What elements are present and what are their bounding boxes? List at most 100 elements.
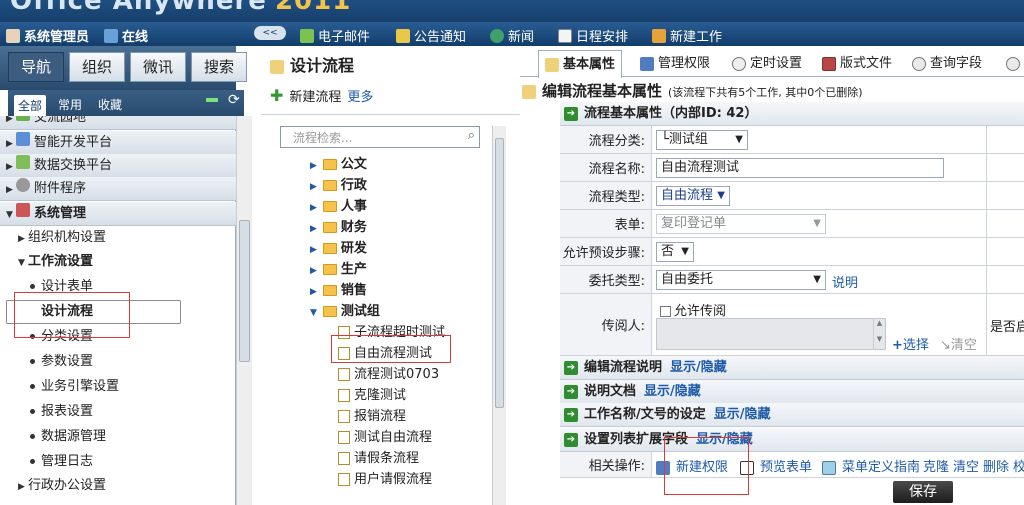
nav-group-system[interactable]: ▼ 系统管理 [0,202,236,226]
flow-type-select[interactable]: 自由流程 ▼ [656,186,730,206]
flow-icon [338,410,350,423]
nav-engine-settings[interactable]: 业务引擎设置 [0,375,236,399]
more-link[interactable]: 更多 [347,90,373,105]
subtab-favorites[interactable]: 收藏 [98,96,122,113]
tab-template[interactable]: 版式文件 [822,52,892,76]
menu-calendar[interactable]: 日程安排 [558,26,628,45]
flow-item[interactable]: 报销流程 [338,405,406,424]
flow-item[interactable]: 用户请假流程 [338,468,432,487]
tab-query-fields[interactable]: 查询字段 [912,52,982,76]
preview-form-link[interactable]: 预览表单 [740,456,812,475]
refresh-icon[interactable]: ⟳ [228,92,240,108]
delete-link[interactable]: 删除 [983,456,1009,475]
section-basic-props: ➔ 流程基本属性（内部ID: 42） [560,102,1024,126]
clear-reader-button[interactable]: ↘清空 [940,334,977,353]
highlight-box [331,335,451,363]
star-icon [490,28,504,43]
flow-item[interactable]: 请假条流程 [338,447,419,466]
magnifier-icon[interactable] [1006,52,1020,76]
folder-finance[interactable]: ▶ 财务 [310,216,367,235]
folder-gongwen[interactable]: ▶ 公文 [310,153,367,172]
nav-group-forum[interactable]: ▶ 交流园地 [0,116,236,130]
toggle-link[interactable]: 显示/隐藏 [714,407,771,422]
magnifier-icon [912,57,926,71]
category-select[interactable]: └测试组 ▼ [656,130,748,150]
menu-guide-link[interactable]: 菜单定义指南 [822,456,920,475]
select-reader-button[interactable]: +选择 [892,334,929,353]
person-icon [104,28,118,43]
search-icon[interactable]: ⌕ [468,128,475,143]
folder-production[interactable]: ▶ 生产 [310,258,367,277]
folder-icon [322,180,337,191]
clone-link[interactable]: 克隆 [923,456,949,475]
verify-link[interactable]: 校 [1013,456,1024,475]
highlight-box [14,292,130,338]
current-user[interactable]: 系统管理员 [6,26,89,45]
dropdown-arrow-icon: ▼ [717,190,725,201]
allow-circulate[interactable]: 允许传阅 [660,300,726,319]
flow-icon [338,431,350,444]
middle-scrollbar[interactable] [492,126,506,505]
tab-navigation[interactable]: 导航 [8,52,64,82]
bullet-icon [30,434,35,439]
nav-admin-office[interactable]: ▶ 行政办公设置 [0,474,236,498]
flow-item[interactable]: 克隆测试 [338,384,406,403]
flow-search-input[interactable]: 流程检索... ⌕ [280,126,480,148]
bullet-icon [30,284,35,289]
page-heading: 编辑流程基本属性 (该流程下共有5个工作, 其中0个已删除) [522,80,863,101]
nav-group-dev-platform[interactable]: ▶ 智能开发平台 [0,131,236,155]
nav-group-data-exchange[interactable]: ▶ 数据交换平台 [0,154,236,178]
minimize-icon[interactable] [206,98,218,102]
folder-admin[interactable]: ▶ 行政 [310,174,367,193]
folder-icon [322,201,337,212]
nav-org-settings[interactable]: ▶ 组织机构设置 [0,226,236,250]
tab-permissions[interactable]: 管理权限 [640,52,710,76]
clock-icon [732,57,746,71]
folder-icon [322,159,337,170]
file-icon [822,57,836,71]
nav-datasource[interactable]: 数据源管理 [0,425,236,449]
toggle-link[interactable]: 显示/隐藏 [644,384,701,399]
subtab-common[interactable]: 常用 [58,96,82,113]
nav-admin-log[interactable]: 管理日志 [0,450,236,474]
form-select[interactable]: 复印登记单 ▼ [656,214,826,234]
menu-notice[interactable]: 公告通知 [396,26,466,45]
flow-item[interactable]: 流程测试0703 [338,363,439,382]
folder-sales[interactable]: ▶ 销售 [310,279,367,298]
tab-search[interactable]: 搜索 [191,52,247,82]
folder-icon [322,264,337,275]
online-status[interactable]: 在线 [104,26,148,45]
tab-schedule[interactable]: 定时设置 [732,52,802,76]
flow-name-input[interactable]: 自由流程测试 [656,158,944,178]
delegate-select[interactable]: 自由委托 ▼ [656,270,826,290]
left-scrollbar[interactable] [236,116,252,505]
nav-workflow-settings[interactable]: ▼ 工作流设置 [0,250,236,274]
flow-item[interactable]: 测试自由流程 [338,426,432,445]
toggle-link[interactable]: 显示/隐藏 [670,360,727,375]
expand-icon: ▶ [18,234,25,244]
save-button[interactable]: 保存 [893,481,953,503]
nav-report-settings[interactable]: 报表设置 [0,400,236,424]
folder-hr[interactable]: ▶ 人事 [310,195,367,214]
checkbox-icon[interactable] [660,306,671,317]
expand-icon: ▶ [6,162,13,172]
subtab-all[interactable]: 全部 [14,95,47,116]
clear-link[interactable]: 清空 [953,456,979,475]
nav-param-settings[interactable]: 参数设置 [0,350,236,374]
tab-organization[interactable]: 组织 [69,52,125,82]
bullet-icon [30,409,35,414]
reader-textarea[interactable]: ▲ ▼ [656,318,886,350]
folder-testgroup[interactable]: ▼ 测试组 [310,300,380,319]
folder-rnd[interactable]: ▶ 研发 [310,237,367,256]
delegate-help-link[interactable]: 说明 [832,272,858,291]
nav-group-attachments[interactable]: ▶ 附件程序 [0,177,236,201]
collapse-button[interactable]: << [254,26,286,40]
menu-news[interactable]: 新闻 [490,26,534,45]
tab-messenger[interactable]: 微讯 [130,52,186,82]
new-flow-link[interactable]: 新建流程 [289,90,341,105]
menu-email[interactable]: 电子邮件 [300,26,370,45]
section-doc: ➔ 说明文档 显示/隐藏 [560,380,1024,404]
menu-new-work[interactable]: 新建工作 [652,26,722,45]
tab-basic-props[interactable]: 基本属性 [538,50,623,78]
presteps-select[interactable]: 否 ▼ [656,242,694,262]
